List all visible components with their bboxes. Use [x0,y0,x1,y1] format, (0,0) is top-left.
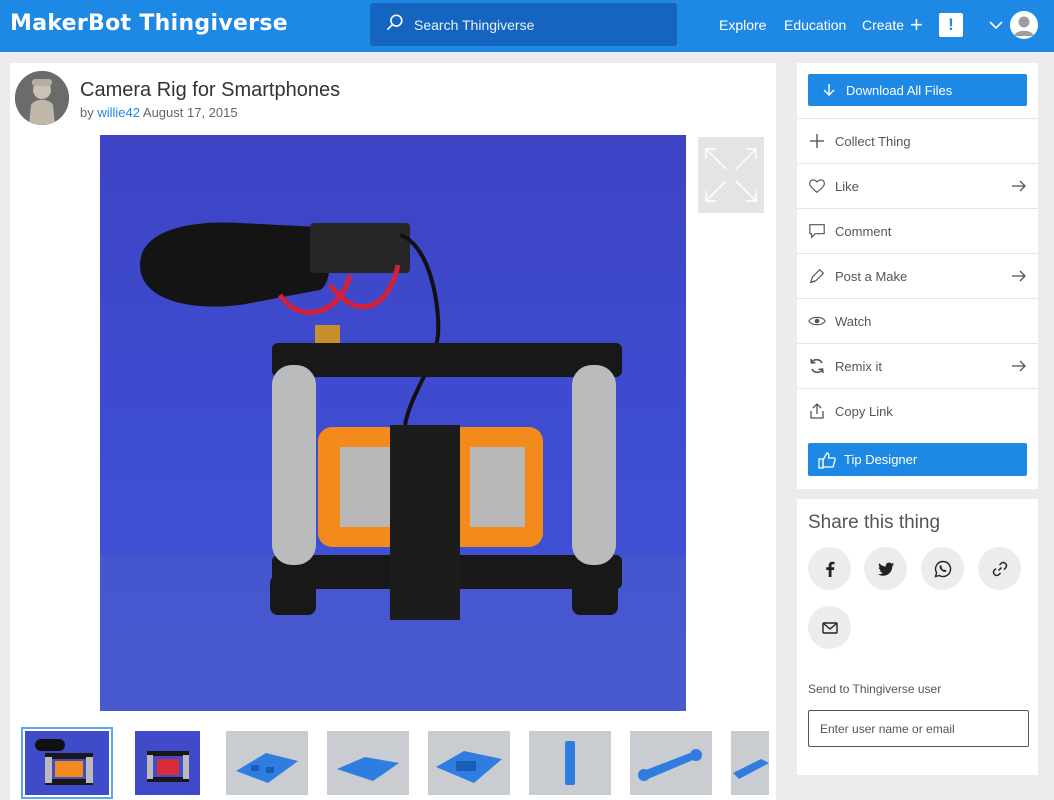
plus-icon [807,131,827,151]
email-share-button[interactable] [808,606,851,649]
watch-label: Watch [835,313,872,329]
download-icon [823,84,835,96]
copy-link-button[interactable]: Copy Link [797,388,1038,433]
author-link[interactable]: willie42 [97,105,140,120]
nav-explore[interactable]: Explore [719,17,766,33]
make-icon [807,266,827,286]
share-title: Share this thing [808,512,941,533]
nav-create-label: Create [862,17,905,33]
download-label: Download All Files [846,82,953,98]
fullscreen-expand-icon[interactable] [698,137,764,213]
nav-create[interactable]: Create + [862,12,923,37]
twitter-icon [877,562,894,576]
remix-it-button[interactable]: Remix it [797,343,1038,388]
image-viewer [10,135,776,713]
whatsapp-icon [933,560,951,577]
watch-button[interactable]: Watch [797,298,1038,343]
like-button[interactable]: Like [797,163,1038,208]
thing-byline: by willie42 August 17, 2015 [80,105,238,120]
collect-thing-label: Collect Thing [835,133,911,149]
collect-thing-button[interactable]: Collect Thing [797,118,1038,163]
copy-link-label: Copy Link [835,403,893,419]
logo-thingiverse: Thingiverse [139,11,288,36]
user-avatar-icon[interactable] [1010,11,1038,39]
thumbnail-strip [10,723,776,800]
eye-icon [807,311,827,331]
send-to-user-label: Send to Thingiverse user [808,682,942,696]
chevron-down-icon[interactable] [988,18,1004,32]
logo-makerbot: MakerBot [10,11,132,36]
tip-designer-label: Tip Designer [844,452,918,467]
download-all-files-button[interactable]: Download All Files [808,74,1027,106]
share-icon [807,401,827,421]
publish-date: August 17, 2015 [142,105,238,120]
arrow-right-icon [1012,360,1026,372]
actions-panel: Download All Files Collect Thing Like Co… [797,63,1038,489]
comment-button[interactable]: Comment [797,208,1038,253]
author-avatar[interactable] [15,71,69,125]
notifications-button[interactable]: ! [939,13,963,37]
comment-label: Comment [835,223,892,239]
by-label: by [80,105,94,120]
thumbnail[interactable] [731,731,769,795]
facebook-share-button[interactable] [808,547,851,590]
facebook-icon [825,561,834,577]
plus-icon: + [910,12,923,37]
search-box[interactable] [370,3,677,46]
thing-title: Camera Rig for Smartphones [80,79,341,101]
thumbnail[interactable] [226,731,308,795]
comment-icon [807,221,827,241]
search-input[interactable] [414,16,654,33]
send-to-user-input[interactable] [808,710,1029,747]
tip-designer-button[interactable]: Tip Designer [808,443,1027,476]
arrow-right-icon [1012,180,1026,192]
remix-it-label: Remix it [835,358,882,374]
share-panel: Share this thing Send to Thingiverse use… [797,499,1038,775]
like-label: Like [835,178,859,194]
copy-link-share-button[interactable] [978,547,1021,590]
link-icon [992,561,1007,576]
twitter-share-button[interactable] [864,547,907,590]
thumbs-up-icon [818,451,836,469]
heart-icon [807,176,827,196]
thing-main-card: Camera Rig for Smartphones by willie42 A… [10,63,776,800]
arrow-right-icon [1012,270,1026,282]
makerbot-thingiverse-logo[interactable]: MakerBot Thingiverse [10,11,288,36]
remix-icon [807,356,827,376]
thumbnail[interactable] [135,731,200,795]
main-photo[interactable] [100,135,686,711]
whatsapp-share-button[interactable] [921,547,964,590]
post-a-make-button[interactable]: Post a Make [797,253,1038,298]
thumbnail[interactable] [21,727,113,799]
email-icon [821,621,838,634]
thumbnail[interactable] [327,731,409,795]
nav-education[interactable]: Education [784,17,846,33]
search-icon [386,13,404,36]
post-a-make-label: Post a Make [835,268,908,284]
thumbnail[interactable] [529,731,611,795]
thumbnail[interactable] [428,731,510,795]
thumbnail[interactable] [630,731,712,795]
top-navbar: MakerBot Thingiverse Explore Education Cr… [0,0,1054,52]
